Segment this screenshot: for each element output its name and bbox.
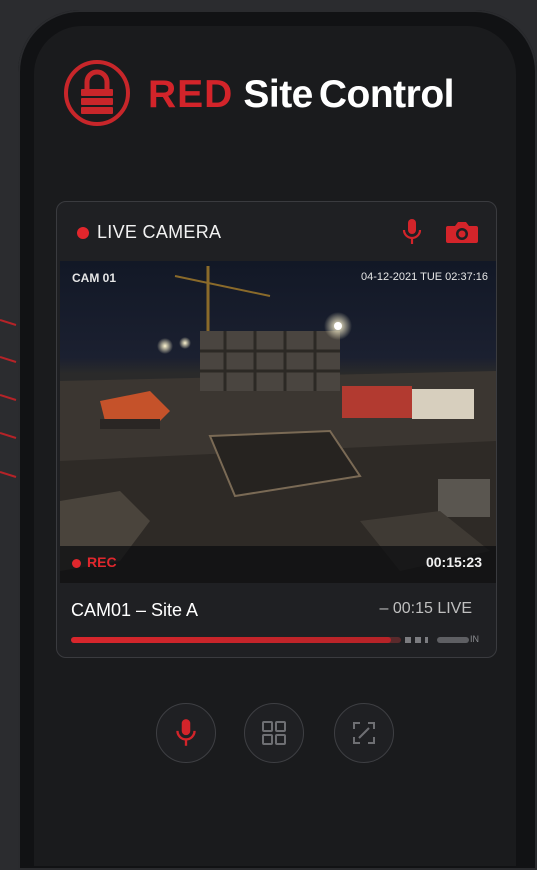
lock-logo [64, 60, 130, 126]
brand-control: Control [318, 73, 455, 116]
grid-view-button[interactable] [244, 703, 304, 763]
time-live-status: – 00:15 LIVE [379, 600, 472, 617]
decorative-red-lines [0, 319, 17, 478]
overlay-camera-id: CAM 01 [72, 271, 117, 285]
camera-name: CAM01 – Site A [71, 600, 199, 620]
playback-progress-fill [71, 637, 392, 643]
mic-button[interactable] [156, 703, 216, 763]
live-camera-card: LIVE CAMERA CAM 01 04-12-2021 TUE 02:37:… [56, 201, 497, 658]
live-camera-label: LIVE CAMERA [97, 222, 222, 242]
camera-feed[interactable]: CAM 01 04-12-2021 TUE 02:37:16 REC 00:15… [60, 261, 496, 583]
progress-tick [425, 637, 428, 643]
fullscreen-button[interactable] [334, 703, 394, 763]
camera-snapshot-icon[interactable] [445, 219, 479, 245]
microphone-icon [176, 719, 196, 746]
expand-icon [353, 722, 375, 744]
brand-site: Site [243, 73, 313, 116]
brand-title: RED Site Control [148, 72, 455, 118]
progress-tick [405, 637, 411, 643]
brand-red: RED [148, 73, 234, 116]
live-indicator-dot [77, 227, 89, 239]
lock-icon [81, 69, 113, 114]
app-header: RED Site Control [64, 60, 504, 132]
progress-tick [415, 637, 421, 643]
grid-icon [262, 721, 286, 745]
rec-label: REC [87, 554, 117, 570]
in-marker-label: IN [470, 634, 479, 644]
rec-indicator-dot [72, 559, 81, 568]
microphone-icon[interactable] [400, 217, 424, 247]
in-marker-bar[interactable] [437, 637, 469, 643]
construction-site-image [60, 261, 496, 583]
playback-progress[interactable] [71, 637, 401, 643]
card-header: LIVE CAMERA [57, 202, 496, 262]
overlay-datetime: 04-12-2021 TUE 02:37:16 [361, 271, 488, 283]
recording-time: 00:15:23 [425, 554, 482, 570]
